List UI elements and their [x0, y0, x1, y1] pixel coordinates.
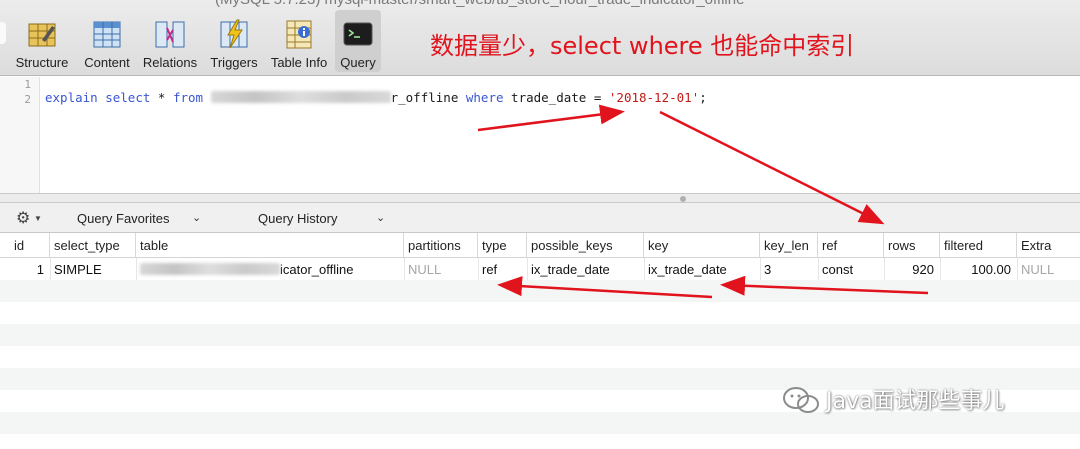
- column-divider: [404, 258, 405, 280]
- chevron-down-icon[interactable]: ⌄: [192, 211, 201, 224]
- structure-icon: [28, 23, 56, 47]
- column-divider: [940, 258, 941, 280]
- column-header-ref[interactable]: ref: [818, 233, 884, 258]
- editor-splitter[interactable]: [0, 193, 1080, 203]
- column-header-possible-keys[interactable]: possible_keys: [527, 233, 644, 258]
- content-label: Content: [84, 55, 130, 70]
- splitter-handle[interactable]: [680, 196, 686, 202]
- sql-keyword: where: [465, 90, 504, 105]
- cell-possible-keys: ix_trade_date: [531, 262, 610, 277]
- query-button[interactable]: Query: [335, 10, 381, 72]
- cell-rows: 920: [912, 262, 934, 277]
- query-favorites-menu[interactable]: Query Favorites: [77, 211, 169, 226]
- triggers-icon: [220, 19, 248, 49]
- structure-label: Structure: [15, 55, 69, 70]
- cell-key-len: 3: [764, 262, 772, 277]
- results-table: id select_type table partitions type pos…: [0, 233, 1080, 449]
- line-number: 1: [24, 78, 31, 91]
- empty-row: [0, 324, 1080, 346]
- sql-code-line[interactable]: explain select * from r_offline where tr…: [45, 90, 707, 105]
- redacted-table-name: [210, 91, 391, 103]
- column-header-select-type[interactable]: select_type: [50, 233, 136, 258]
- cell-type: ref: [482, 262, 498, 277]
- empty-row: [0, 434, 1080, 449]
- column-divider: [760, 258, 761, 280]
- relations-button[interactable]: Relations: [138, 10, 202, 72]
- wechat-icon: [783, 387, 819, 413]
- cell-extra: NULL: [1021, 262, 1055, 277]
- sql-editor[interactable]: 1 2 explain select * from r_offline wher…: [0, 77, 1080, 193]
- relations-label: Relations: [142, 55, 198, 70]
- annotation-text: 数据量少，select where 也能命中索引: [430, 32, 855, 60]
- empty-row: [0, 280, 1080, 302]
- cell-table-suffix: icator_offline: [280, 262, 354, 277]
- watermark-text: Java面试那些事儿: [826, 389, 1005, 414]
- line-number: 2: [24, 93, 31, 106]
- sql-string-value: '2018-12-01': [608, 90, 700, 105]
- column-divider: [818, 258, 819, 280]
- column-header-extra[interactable]: Extra: [1017, 233, 1080, 258]
- column-header-key-len[interactable]: key_len: [760, 233, 818, 258]
- relations-icon: [155, 21, 185, 48]
- table-info-button[interactable]: Table Info: [266, 10, 332, 72]
- sql-table-suffix: r_offline: [390, 90, 459, 105]
- terminal-icon: [343, 22, 373, 46]
- triggers-button[interactable]: Triggers: [205, 10, 263, 72]
- cell-table: icator_offline: [136, 258, 404, 280]
- chevron-down-icon[interactable]: ⌄: [376, 211, 385, 224]
- query-label: Query: [340, 55, 376, 70]
- toolbar: (MySQL 5.7.23) mysql-master/smart_web/tb…: [0, 0, 1080, 76]
- structure-button[interactable]: Structure: [10, 10, 74, 72]
- column-header-table[interactable]: table: [136, 233, 404, 258]
- column-divider: [136, 258, 137, 280]
- table-info-icon: [286, 20, 312, 49]
- query-history-menu[interactable]: Query History: [258, 211, 337, 226]
- column-header-filtered[interactable]: filtered: [940, 233, 1017, 258]
- window-title: (MySQL 5.7.23) mysql-master/smart_web/tb…: [215, 0, 744, 8]
- query-bar: ⚙ ▼ Query Favorites ⌄ Query History ⌄: [0, 203, 1080, 233]
- sql-column: trade_date: [511, 90, 587, 105]
- sql-keyword: select: [105, 90, 151, 105]
- cell-key: ix_trade_date: [648, 262, 727, 277]
- sql-keyword: explain: [45, 90, 98, 105]
- empty-row: [0, 302, 1080, 324]
- cell-partitions: NULL: [408, 262, 442, 277]
- column-divider: [1017, 258, 1018, 280]
- triggers-label: Triggers: [210, 55, 258, 70]
- cell-id: 1: [36, 262, 44, 277]
- column-header-id[interactable]: id: [10, 233, 50, 258]
- column-divider: [884, 258, 885, 280]
- cell-ref: const: [822, 262, 854, 277]
- column-header-partitions[interactable]: partitions: [404, 233, 478, 258]
- column-divider: [644, 258, 645, 280]
- cell-filtered: 100.00: [971, 262, 1011, 277]
- window-edge: [0, 22, 6, 44]
- line-gutter: 1 2: [0, 77, 40, 193]
- column-header-rows[interactable]: rows: [884, 233, 940, 258]
- redacted-table-name: [140, 263, 280, 275]
- content-icon: [93, 21, 121, 48]
- cell-select-type: SIMPLE: [54, 262, 102, 277]
- column-header-type[interactable]: type: [478, 233, 527, 258]
- gear-icon[interactable]: ⚙: [16, 208, 30, 228]
- column-divider: [527, 258, 528, 280]
- table-header: id select_type table partitions type pos…: [0, 233, 1080, 258]
- column-divider: [50, 258, 51, 280]
- content-button[interactable]: Content: [78, 10, 136, 72]
- sql-operator: =: [593, 90, 602, 105]
- sql-star: *: [157, 90, 166, 105]
- sql-keyword: from: [172, 90, 204, 105]
- chevron-down-icon[interactable]: ▼: [34, 214, 42, 223]
- empty-row: [0, 346, 1080, 368]
- table-row[interactable]: 1 SIMPLE icator_offline NULL ref ix_trad…: [0, 258, 1080, 280]
- table-info-label: Table Info: [270, 55, 328, 70]
- column-header-key[interactable]: key: [644, 233, 760, 258]
- empty-row: [0, 412, 1080, 434]
- column-divider: [478, 258, 479, 280]
- sql-semicolon: ;: [699, 90, 707, 105]
